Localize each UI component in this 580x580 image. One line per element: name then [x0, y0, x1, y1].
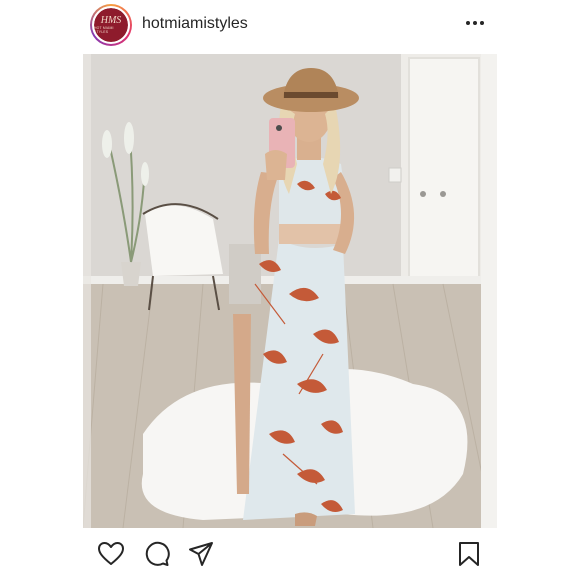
avatar-frame: HMS Hot Miami Styles: [92, 6, 130, 44]
post-photo[interactable]: [83, 54, 497, 528]
post-header: HMS Hot Miami Styles hotmiamistyles: [0, 0, 580, 50]
comment-icon[interactable]: [142, 540, 170, 568]
avatar-text: Hot Miami Styles: [94, 26, 114, 34]
heart-icon[interactable]: [97, 540, 125, 568]
avatar-logo: HMS Hot Miami Styles: [94, 8, 128, 42]
instagram-post: HMS Hot Miami Styles hotmiamistyles: [0, 0, 580, 580]
avatar-monogram: HMS: [100, 15, 122, 26]
action-bar: [0, 528, 580, 580]
send-icon[interactable]: [187, 540, 215, 568]
username[interactable]: hotmiamistyles: [142, 15, 248, 33]
avatar[interactable]: HMS Hot Miami Styles: [90, 4, 132, 46]
more-horizontal-icon[interactable]: [462, 10, 488, 36]
bookmark-icon[interactable]: [455, 540, 483, 568]
